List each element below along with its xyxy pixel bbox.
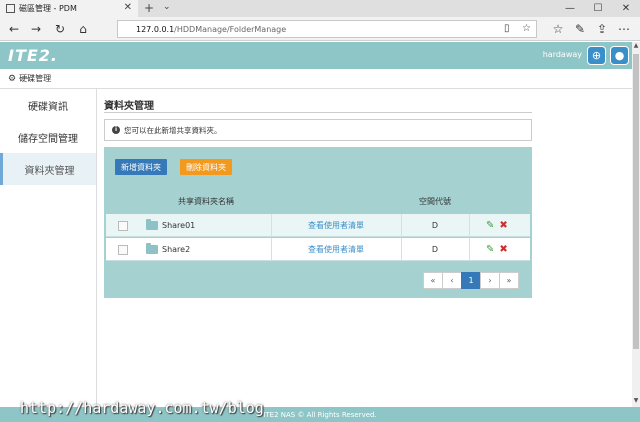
prev-page-icon[interactable]: ‹ [442,272,462,289]
footer-text: ITE2 NAS © All Rights Reserved. [263,410,377,419]
home-icon[interactable]: ⌂ [75,21,91,37]
pen-icon[interactable]: ✎ [572,21,588,37]
refresh-icon[interactable]: ↻ [52,21,68,37]
folder-name: Share01 [162,221,196,230]
globe-icon[interactable]: ⊕ [587,46,606,65]
new-tab-icon[interactable]: + [144,0,154,17]
breadcrumb: ⚙ 硬碟管理 [0,69,632,89]
address-bar-row: ← → ↻ ⌂ 127.0.0.1/HDDManage/FolderManage… [0,17,640,41]
sidebar: 硬碟資訊 儲存空間管理 資料夾管理 [0,89,97,407]
browser-tab[interactable]: 磁區管理 - PDM ✕ [0,0,138,17]
info-icon: i [112,126,120,134]
pagination: « ‹ 1 › » [423,272,519,289]
table-row: Share01 查看使用者清單 D ✎ ✖ [106,214,530,237]
view-users-link[interactable]: 查看使用者清單 [271,214,401,237]
add-folder-button[interactable]: 新增資料夾 [115,159,167,175]
folder-name-cell: Share2 [146,238,190,261]
forward-icon[interactable]: → [28,21,44,37]
scroll-down-icon[interactable]: ▼ [632,397,640,407]
tab-title: 磁區管理 - PDM [19,4,77,13]
column-header-drive: 空間代號 [419,197,451,206]
next-page-icon[interactable]: › [480,272,500,289]
scroll-up-icon[interactable]: ▲ [632,42,640,52]
ite2-logo: ITE2. [8,46,59,65]
folder-icon [146,243,158,254]
row-checkbox[interactable] [118,238,128,261]
title-divider [104,112,532,113]
drive-letter: D [431,245,439,254]
window-close-icon[interactable]: ✕ [612,0,640,17]
gear-icon: ⚙ [8,73,17,84]
reading-view-icon[interactable]: ▯ [504,23,510,34]
favorite-star-icon[interactable]: ☆ [522,23,531,34]
row-actions: ✎ ✖ [486,214,508,237]
view-users-link[interactable]: 查看使用者清單 [271,238,401,261]
url-host: 127.0.0.1 [136,24,175,34]
table-row: Share2 查看使用者清單 D ✎ ✖ [106,238,530,261]
sidebar-item-folders[interactable]: 資料夾管理 [0,153,96,185]
folder-panel: 新增資料夾 刪除資料夾 共享資料夾名稱 空間代號 Share01 查看使用者清單… [104,147,532,298]
page-scrollbar[interactable]: ▲ ▼ [632,42,640,407]
row-checkbox[interactable] [118,214,128,237]
watermark-text: http://hardaway.com.tw/blog [20,399,264,417]
username: hardaway [542,50,582,59]
browser-tab-strip: 磁區管理 - PDM ✕ + ⌄ — ☐ ✕ [0,0,640,17]
back-icon[interactable]: ← [6,21,22,37]
tab-close-icon[interactable]: ✕ [124,2,132,13]
column-header-name: 共享資料夾名稱 [178,197,234,206]
delete-x-icon[interactable]: ✖ [499,244,507,255]
sidebar-item-storage[interactable]: 儲存空間管理 [0,121,96,153]
info-text: 您可以在此新增共享資料夾。 [124,125,222,135]
page-title: 資料夾管理 [104,101,154,112]
delete-folder-button[interactable]: 刪除資料夾 [180,159,232,175]
breadcrumb-label: 硬碟管理 [19,74,52,83]
url-input[interactable]: 127.0.0.1/HDDManage/FolderManage ▯ ☆ [117,20,537,38]
edit-pencil-icon[interactable]: ✎ [486,220,494,231]
share-icon[interactable]: ⇪ [594,21,610,37]
app-header: ITE2. hardaway ⊕ ● [0,42,632,69]
user-icon[interactable]: ● [610,46,629,65]
sidebar-item-disk-info[interactable]: 硬碟資訊 [0,89,96,121]
maximize-icon[interactable]: ☐ [584,0,612,17]
folder-name: Share2 [162,245,191,254]
minimize-icon[interactable]: — [556,0,584,17]
page-favicon-icon [6,4,15,13]
tab-list-chevron-icon[interactable]: ⌄ [163,2,171,12]
edit-pencil-icon[interactable]: ✎ [486,244,494,255]
page-number[interactable]: 1 [461,272,481,289]
info-alert: i 您可以在此新增共享資料夾。 [104,119,532,141]
folder-name-cell: Share01 [146,214,195,237]
scroll-thumb[interactable] [633,54,639,349]
url-path: /HDDManage/FolderManage [174,24,287,34]
more-icon[interactable]: ⋯ [616,21,632,37]
folder-icon [146,219,158,230]
last-page-icon[interactable]: » [499,272,519,289]
drive-letter: D [431,221,439,230]
first-page-icon[interactable]: « [423,272,443,289]
row-actions: ✎ ✖ [486,238,508,261]
delete-x-icon[interactable]: ✖ [499,220,507,231]
favorites-icon[interactable]: ☆ [550,21,566,37]
